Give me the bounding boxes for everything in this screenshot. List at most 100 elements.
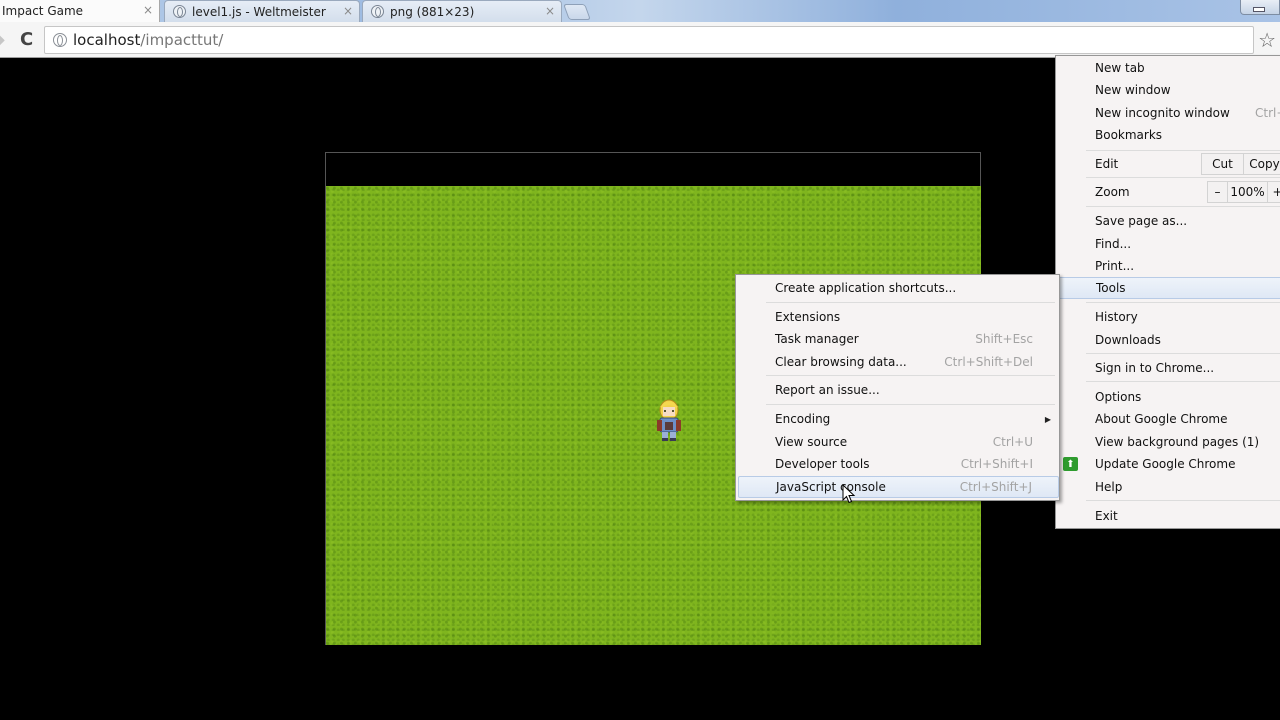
menu-item-javascript-console[interactable]: JavaScript console Ctrl+Shift+J (738, 476, 1059, 498)
globe-icon (53, 33, 67, 47)
menu-item-label: Print... (1095, 259, 1135, 273)
menu-item-label: JavaScript console (776, 480, 886, 494)
menu-item-new-incognito-window[interactable]: New incognito window Ctrl+ (1056, 102, 1280, 124)
menu-item-find[interactable]: Find... (1056, 233, 1280, 255)
menu-item-extensions[interactable]: Extensions (736, 306, 1059, 328)
url-host: localhost (73, 31, 141, 49)
menu-item-view-background-pages[interactable]: View background pages (1) (1056, 431, 1280, 453)
menu-item-label: Help (1095, 480, 1123, 494)
menu-item-sign-in[interactable]: Sign in to Chrome... (1056, 357, 1280, 379)
bookmark-star-icon[interactable]: ☆ (1258, 28, 1276, 52)
menu-separator (766, 404, 1055, 405)
menu-item-print[interactable]: Print... (1056, 255, 1280, 277)
menu-item-shortcut: Ctrl+Shift+I (960, 457, 1033, 471)
menu-item-label: Save page as... (1095, 214, 1188, 228)
menu-item-developer-tools[interactable]: Developer tools Ctrl+Shift+I (736, 453, 1059, 475)
menu-item-label: About Google Chrome (1095, 412, 1228, 426)
browser-toolbar: ◆ C localhost /impacttut/ ☆ (0, 22, 1280, 58)
menu-item-label: New window (1095, 83, 1171, 97)
menu-item-new-window[interactable]: New window (1056, 79, 1280, 101)
menu-item-report-issue[interactable]: Report an issue... (736, 379, 1059, 401)
reload-icon[interactable]: C (20, 29, 33, 50)
tab-title: png (881×23) (390, 4, 475, 19)
zoom-button-group: – 100% + (1207, 181, 1280, 203)
tab-close-icon[interactable]: × (545, 4, 555, 18)
globe-icon (371, 5, 384, 18)
back-icon[interactable]: ◆ (0, 32, 5, 48)
menu-separator (1086, 206, 1280, 207)
menu-item-bookmarks[interactable]: Bookmarks (1056, 124, 1280, 146)
menu-item-clear-browsing-data[interactable]: Clear browsing data... Ctrl+Shift+Del (736, 351, 1059, 373)
menu-item-save-page-as[interactable]: Save page as... (1056, 210, 1280, 232)
menu-item-update-chrome[interactable]: ⬆ Update Google Chrome (1056, 453, 1280, 475)
menu-item-label: Clear browsing data... (775, 355, 907, 369)
minimize-window-button[interactable] (1240, 0, 1280, 15)
tab-impact-game[interactable]: Impact Game × (0, 0, 160, 22)
tab-title: level1.js - Weltmeister (192, 4, 326, 19)
tab-close-icon[interactable]: × (343, 4, 353, 18)
menu-item-shortcut: Ctrl+Shift+Del (944, 355, 1033, 369)
menu-separator (1086, 353, 1280, 354)
menu-item-label: Extensions (775, 310, 841, 324)
copy-button[interactable]: Copy (1244, 154, 1280, 174)
menu-item-label: History (1095, 310, 1138, 324)
menu-item-encoding[interactable]: Encoding ▶ (736, 408, 1059, 430)
screen: Impact Game × level1.js - Weltmeister × … (0, 0, 1280, 720)
chrome-main-menu: New tab New window New incognito window C… (1055, 55, 1280, 529)
menu-item-tools[interactable]: Tools (1056, 277, 1280, 299)
menu-item-shortcut: Ctrl+ (1255, 106, 1280, 120)
menu-item-label: Downloads (1095, 333, 1161, 347)
menu-item-task-manager[interactable]: Task manager Shift+Esc (736, 328, 1059, 350)
menu-separator (1086, 500, 1280, 501)
menu-separator (1086, 150, 1280, 151)
menu-item-shortcut: Ctrl+U (992, 435, 1033, 449)
tab-close-icon[interactable]: × (143, 3, 153, 17)
menu-item-label: Update Google Chrome (1095, 457, 1236, 471)
menu-separator (1086, 381, 1280, 382)
menu-item-about-chrome[interactable]: About Google Chrome (1056, 408, 1280, 430)
submenu-arrow-icon: ▶ (1044, 414, 1051, 424)
address-bar[interactable]: localhost /impacttut/ (44, 26, 1254, 54)
menu-item-label: Create application shortcuts... (775, 281, 957, 295)
menu-item-label: Task manager (775, 332, 859, 346)
menu-item-shortcut: Ctrl+Shift+J (959, 480, 1032, 494)
tab-png[interactable]: png (881×23) × (362, 0, 562, 22)
player-sprite-icon (657, 399, 681, 441)
menu-item-label: View source (775, 435, 848, 449)
menu-item-shortcut: Shift+Esc (975, 332, 1033, 346)
menu-item-edit: Edit Cut Copy (1056, 153, 1280, 175)
menu-item-downloads[interactable]: Downloads (1056, 329, 1280, 351)
tab-weltmeister[interactable]: level1.js - Weltmeister × (164, 0, 360, 22)
menu-item-label: Edit (1095, 157, 1119, 171)
menu-item-view-source[interactable]: View source Ctrl+U (736, 431, 1059, 453)
menu-item-label: Find... (1095, 237, 1132, 251)
menu-item-label: Options (1095, 390, 1142, 404)
menu-item-new-tab[interactable]: New tab (1056, 57, 1280, 79)
edit-button-group: Cut Copy (1201, 153, 1280, 175)
globe-icon (173, 5, 186, 18)
menu-item-label: Encoding (775, 412, 831, 426)
zoom-level: 100% (1228, 182, 1268, 202)
zoom-in-button[interactable]: + (1268, 182, 1280, 202)
zoom-out-button[interactable]: – (1208, 182, 1228, 202)
menu-item-options[interactable]: Options (1056, 386, 1280, 408)
menu-item-zoom: Zoom – 100% + (1056, 181, 1280, 203)
menu-item-history[interactable]: History (1056, 306, 1280, 328)
menu-item-label: New tab (1095, 61, 1145, 75)
menu-item-create-app-shortcuts[interactable]: Create application shortcuts... (736, 277, 1059, 299)
tools-submenu: Create application shortcuts... Extensio… (735, 274, 1060, 501)
menu-separator (1086, 302, 1280, 303)
menu-separator (766, 375, 1055, 376)
update-arrow-icon: ⬆ (1063, 457, 1078, 471)
menu-item-exit[interactable]: Exit (1056, 505, 1280, 527)
menu-item-label: New incognito window (1095, 106, 1230, 120)
cut-button[interactable]: Cut (1202, 154, 1244, 174)
menu-item-label: View background pages (1) (1095, 435, 1260, 449)
menu-item-label: Developer tools (775, 457, 870, 471)
menu-item-label: Bookmarks (1095, 128, 1163, 142)
tab-title: Impact Game (2, 4, 84, 18)
menu-item-help[interactable]: Help (1056, 476, 1280, 498)
menu-item-label: Zoom (1095, 185, 1130, 199)
new-tab-button[interactable] (563, 4, 591, 20)
menu-item-label: Exit (1095, 509, 1118, 523)
